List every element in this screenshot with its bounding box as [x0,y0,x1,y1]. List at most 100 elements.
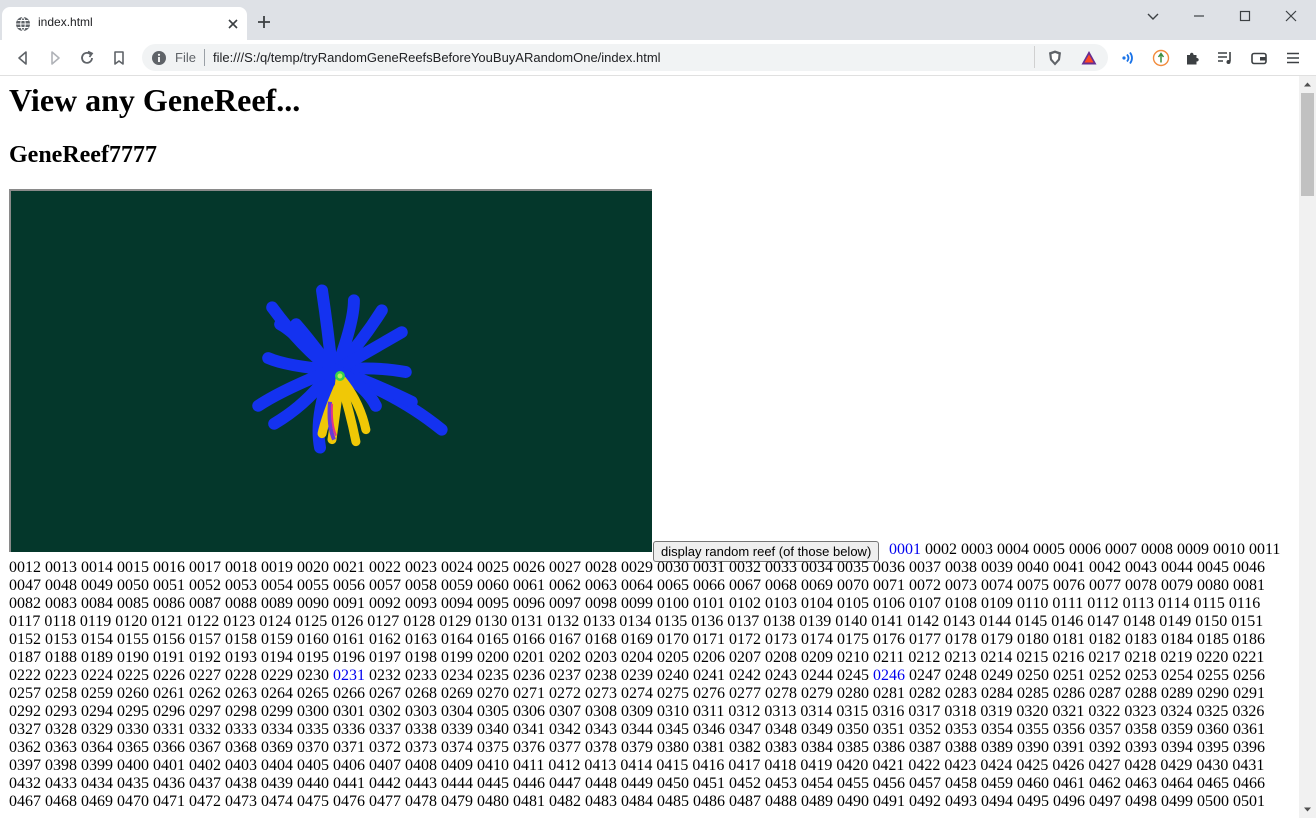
minimize-button[interactable] [1176,6,1222,28]
wifi-icon[interactable] [1120,49,1138,67]
reef-number: 0184 [1161,631,1193,648]
brave-rewards-icon[interactable] [1080,49,1098,67]
reef-number: 0365 [117,739,149,756]
reef-number: 0083 [45,595,77,612]
reef-number-line: 0001 0002 0003 0004 0005 0006 0007 0008 … [889,541,1280,559]
close-icon[interactable] [226,17,240,31]
reef-number: 0124 [259,613,292,630]
reef-number: 0145 [1015,613,1048,630]
reef-number: 0002 [925,541,957,558]
reef-number: 0283 [945,685,977,702]
reef-number: 0162 [369,631,401,648]
reef-number: 0329 [81,721,113,738]
reef-number: 0191 [153,649,185,666]
reef-number: 0014 [81,559,113,576]
media-icon[interactable] [1216,49,1234,67]
tab-search-button[interactable] [1130,6,1176,28]
reef-number: 0101 [693,595,725,612]
reef-number: 0417 [728,757,761,774]
page-title: View any GeneReef... [9,82,301,118]
reef-number: 0434 [81,775,113,792]
reef-number: 0348 [765,721,797,738]
reef-number: 0368 [225,739,257,756]
reef-number: 0112 [1087,595,1119,612]
scroll-up-arrow-icon[interactable] [1303,80,1312,89]
reef-number: 0046 [1233,559,1265,576]
reef-number: 0038 [945,559,977,576]
reef-number: 0113 [1122,595,1155,612]
window-close-icon [1285,10,1297,22]
reef-link[interactable]: 0001 [889,541,921,558]
url-text[interactable]: file:///S:/q/temp/tryRandomGeneReefsBefo… [213,50,661,65]
reef-link[interactable]: 0231 [333,667,365,684]
scroll-down-arrow-icon[interactable] [1303,805,1312,814]
brave-shield-icon[interactable] [1046,49,1064,67]
reef-number: 0190 [117,649,149,666]
reef-number: 0313 [764,703,797,720]
reef-number: 0067 [729,577,761,594]
window-close-button[interactable] [1268,6,1314,28]
reef-number: 0345 [657,721,689,738]
scrollbar-thumb[interactable] [1301,93,1314,196]
reef-number: 0007 [1105,541,1137,558]
reef-number: 0061 [513,577,545,594]
tab-index[interactable]: index.html [2,7,247,40]
reef-number: 0241 [693,667,725,684]
reef-number: 0244 [801,667,833,684]
reef-number: 0097 [549,595,581,612]
omnibox-separator [204,49,205,66]
forward-icon[interactable] [46,49,64,67]
reef-number: 0268 [405,685,437,702]
reef-number: 0252 [1089,667,1121,684]
reef-number: 0297 [189,703,221,720]
reef-number: 0042 [1089,559,1121,576]
reef-canvas[interactable] [9,189,652,552]
reef-number: 0111 [1052,595,1084,612]
reef-number: 0218 [1124,649,1157,666]
reef-number: 0116 [1228,595,1261,612]
reef-number: 0117 [9,613,41,630]
reef-number: 0119 [79,613,112,630]
reef-number: 0330 [117,721,149,738]
menu-icon[interactable] [1284,49,1302,67]
reef-number: 0354 [981,721,1013,738]
reef-number: 0011 [1249,541,1281,558]
reef-number: 0300 [297,703,329,720]
reef-number: 0285 [1017,685,1049,702]
maximize-icon [1239,10,1251,22]
reef-link[interactable]: 0246 [873,667,905,684]
bookmark-icon[interactable] [110,49,128,67]
reef-number: 0459 [981,775,1013,792]
reef-number: 0308 [585,703,617,720]
reef-number: 0415 [656,757,689,774]
reef-number: 0164 [441,631,473,648]
puzzle-icon[interactable] [1184,49,1202,67]
reef-number: 0176 [873,631,905,648]
reef-number: 0493 [945,793,977,810]
reef-number: 0319 [980,703,1013,720]
reef-number: 0198 [405,649,437,666]
reef-number: 0080 [1197,577,1229,594]
reef-number: 0247 [909,667,941,684]
reef-number: 0199 [441,649,473,666]
vertical-scrollbar[interactable] [1299,76,1316,818]
extension-icon[interactable] [1152,49,1170,67]
reef-number: 0346 [693,721,725,738]
reload-icon[interactable] [78,49,96,67]
reef-number: 0127 [367,613,400,630]
wallet-icon[interactable] [1250,49,1268,67]
reef-number: 0045 [1197,559,1229,576]
reef-number: 0385 [837,739,869,756]
reef-number: 0137 [727,613,760,630]
reef-number: 0364 [81,739,113,756]
maximize-button[interactable] [1222,6,1268,28]
reef-number: 0321 [1052,703,1085,720]
plus-icon[interactable] [256,14,272,30]
address-bar[interactable]: File file:///S:/q/temp/tryRandomGeneReef… [142,44,1108,71]
reef-number-line: 0467 0468 0469 0470 0471 0472 0473 0474 … [9,793,1265,811]
back-icon[interactable] [14,49,32,67]
info-icon[interactable] [151,50,167,66]
reef-number: 0463 [1125,775,1157,792]
reef-number: 0250 [1017,667,1049,684]
reef-number: 0472 [189,793,221,810]
